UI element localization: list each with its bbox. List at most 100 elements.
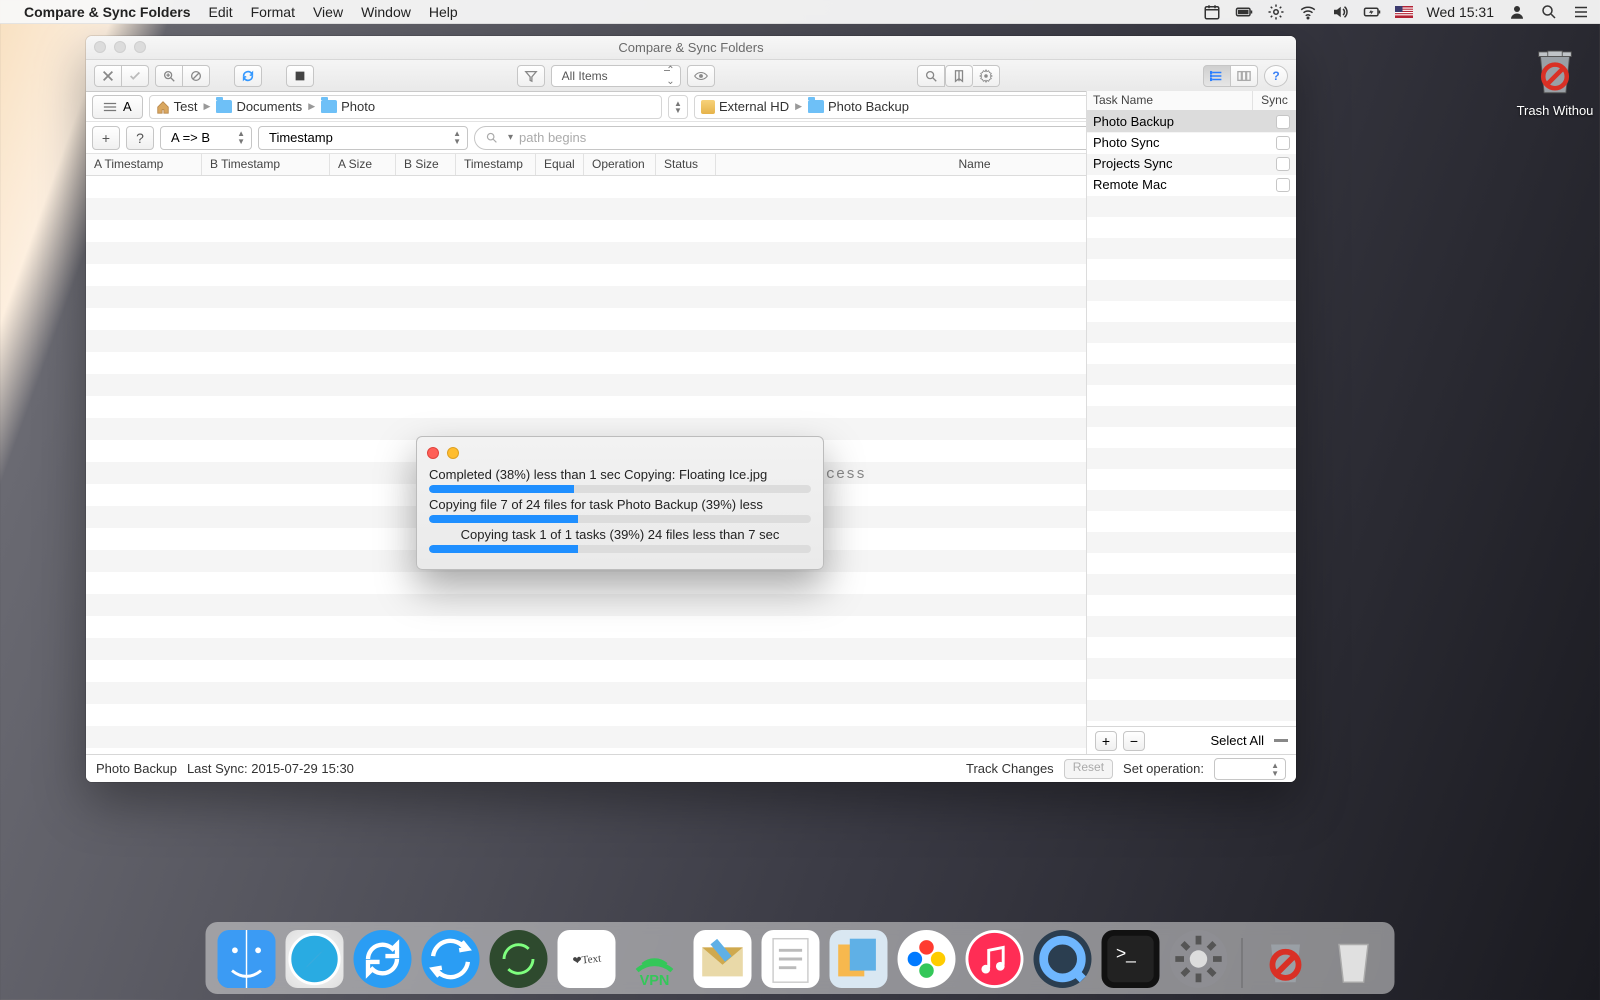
dock-files-icon[interactable] (830, 930, 888, 988)
dock-sync-icon[interactable] (354, 930, 412, 988)
select-all-label[interactable]: Select All (1211, 733, 1264, 748)
task-row[interactable]: Projects Sync (1087, 153, 1296, 174)
app-window: Compare & Sync Folders All Items ⌃⌄ (86, 36, 1296, 782)
find-button[interactable] (917, 65, 945, 87)
dock-finder-icon[interactable] (218, 930, 276, 988)
window-title: Compare & Sync Folders (618, 40, 763, 55)
col-a-timestamp[interactable]: A Timestamp (86, 154, 202, 175)
sidebar-header: Task Name Sync (1087, 91, 1296, 111)
col-equal[interactable]: Equal (536, 154, 584, 175)
preview-button[interactable] (687, 65, 715, 87)
sidebar-col-sync[interactable]: Sync (1252, 91, 1296, 110)
dock-photos-icon[interactable] (898, 930, 956, 988)
view-columns-button[interactable] (1231, 65, 1258, 87)
menuextra-flag-icon[interactable] (1395, 3, 1413, 21)
dock-quicktime-icon[interactable] (1034, 930, 1092, 988)
task-name: Photo Sync (1093, 135, 1160, 150)
dock-notes-icon[interactable] (762, 930, 820, 988)
dock-itunes-icon[interactable] (966, 930, 1024, 988)
cancel-button[interactable] (94, 65, 122, 87)
menu-window[interactable]: Window (361, 4, 411, 20)
add-task-button[interactable]: + (1095, 731, 1117, 751)
dock-trash-no-icon[interactable] (1257, 930, 1315, 988)
help-button[interactable]: ? (1264, 65, 1288, 87)
add-button[interactable]: + (92, 126, 120, 150)
col-status[interactable]: Status (656, 154, 716, 175)
folder-icon (216, 100, 232, 113)
menuextra-user-icon[interactable] (1508, 3, 1526, 21)
dock-sync2-icon[interactable] (422, 930, 480, 988)
sidebar-col-taskname[interactable]: Task Name (1087, 91, 1252, 110)
dock-vpn-icon[interactable]: VPN (626, 930, 684, 988)
dock-text-icon[interactable]: ❤Text (558, 930, 616, 988)
dock-sync3-icon[interactable] (490, 930, 548, 988)
menu-format[interactable]: Format (251, 4, 295, 20)
help-direction-button[interactable]: ? (126, 126, 154, 150)
menuextra-calendar-icon[interactable] (1203, 3, 1221, 21)
gear-button[interactable] (973, 65, 1000, 87)
task-name: Remote Mac (1093, 177, 1167, 192)
task-sync-checkbox[interactable] (1276, 136, 1290, 150)
menuextra-battery-percent-icon[interactable] (1235, 3, 1253, 21)
minimize-icon[interactable] (114, 41, 126, 53)
dock-mail-icon[interactable] (694, 930, 752, 988)
dock-trash-icon[interactable] (1325, 930, 1383, 988)
menuextra-notifications-icon[interactable] (1572, 3, 1590, 21)
svg-text:VPN: VPN (640, 973, 670, 988)
menubar-clock[interactable]: Wed 15:31 (1427, 4, 1494, 20)
bookmark-button[interactable] (945, 65, 973, 87)
menu-edit[interactable]: Edit (209, 4, 233, 20)
task-row[interactable]: Photo Sync (1087, 132, 1296, 153)
menuextra-charging-icon[interactable] (1363, 3, 1381, 21)
folder-icon (808, 100, 824, 113)
task-name: Projects Sync (1093, 156, 1172, 171)
desktop-trash-without[interactable]: Trash Withou (1500, 42, 1600, 118)
sidebar-footer: + − Select All (1087, 726, 1296, 754)
sort-select[interactable]: Timestamp▲▼ (258, 126, 468, 150)
task-sync-checkbox[interactable] (1276, 157, 1290, 171)
dock-safari-icon[interactable] (286, 930, 344, 988)
dock-terminal-icon[interactable]: >_ (1102, 930, 1160, 988)
task-row[interactable]: Photo Backup (1087, 111, 1296, 132)
menu-help[interactable]: Help (429, 4, 458, 20)
col-b-timestamp[interactable]: B Timestamp (202, 154, 330, 175)
window-controls[interactable] (94, 41, 146, 53)
menu-view[interactable]: View (313, 4, 343, 20)
sheet-close-icon[interactable] (427, 447, 439, 459)
path-a[interactable]: Test ▶ Documents ▶ Photo (149, 95, 662, 119)
col-a-size[interactable]: A Size (330, 154, 396, 175)
zoom-icon[interactable] (134, 41, 146, 53)
refresh-button[interactable] (234, 65, 262, 87)
menuextra-spotlight-icon[interactable] (1540, 3, 1558, 21)
side-a-label[interactable]: A (92, 95, 143, 119)
col-b-size[interactable]: B Size (396, 154, 456, 175)
progress-bar-1 (429, 485, 811, 493)
menuextra-sync-icon[interactable] (1267, 3, 1285, 21)
stop-button[interactable] (286, 65, 314, 87)
col-operation[interactable]: Operation (584, 154, 656, 175)
path-a-stepper[interactable]: ▲▼ (668, 95, 688, 119)
app-name[interactable]: Compare & Sync Folders (24, 4, 191, 20)
reset-button[interactable]: Reset (1064, 759, 1113, 779)
items-filter-select[interactable]: All Items ⌃⌄ (551, 65, 681, 87)
confirm-button[interactable] (122, 65, 149, 87)
task-sync-checkbox[interactable] (1276, 178, 1290, 192)
dock-settings-icon[interactable] (1170, 930, 1228, 988)
filter-button[interactable] (517, 65, 545, 87)
deselect-all-icon[interactable] (1274, 739, 1288, 742)
close-icon[interactable] (94, 41, 106, 53)
zoom-reset-button[interactable] (183, 65, 210, 87)
menuextra-volume-icon[interactable] (1331, 3, 1349, 21)
col-timestamp[interactable]: Timestamp (456, 154, 536, 175)
menuextra-wifi-icon[interactable] (1299, 3, 1317, 21)
view-list-button[interactable] (1203, 65, 1231, 87)
sheet-minimize-icon[interactable] (447, 447, 459, 459)
task-row[interactable]: Remote Mac (1087, 174, 1296, 195)
task-sync-checkbox[interactable] (1276, 115, 1290, 129)
set-operation-select[interactable]: ▲▼ (1214, 758, 1286, 780)
progress-bar-2 (429, 515, 811, 523)
remove-task-button[interactable]: − (1123, 731, 1145, 751)
direction-select[interactable]: A => B▲▼ (160, 126, 252, 150)
zoom-in-button[interactable] (155, 65, 183, 87)
track-changes-label[interactable]: Track Changes (966, 761, 1054, 776)
